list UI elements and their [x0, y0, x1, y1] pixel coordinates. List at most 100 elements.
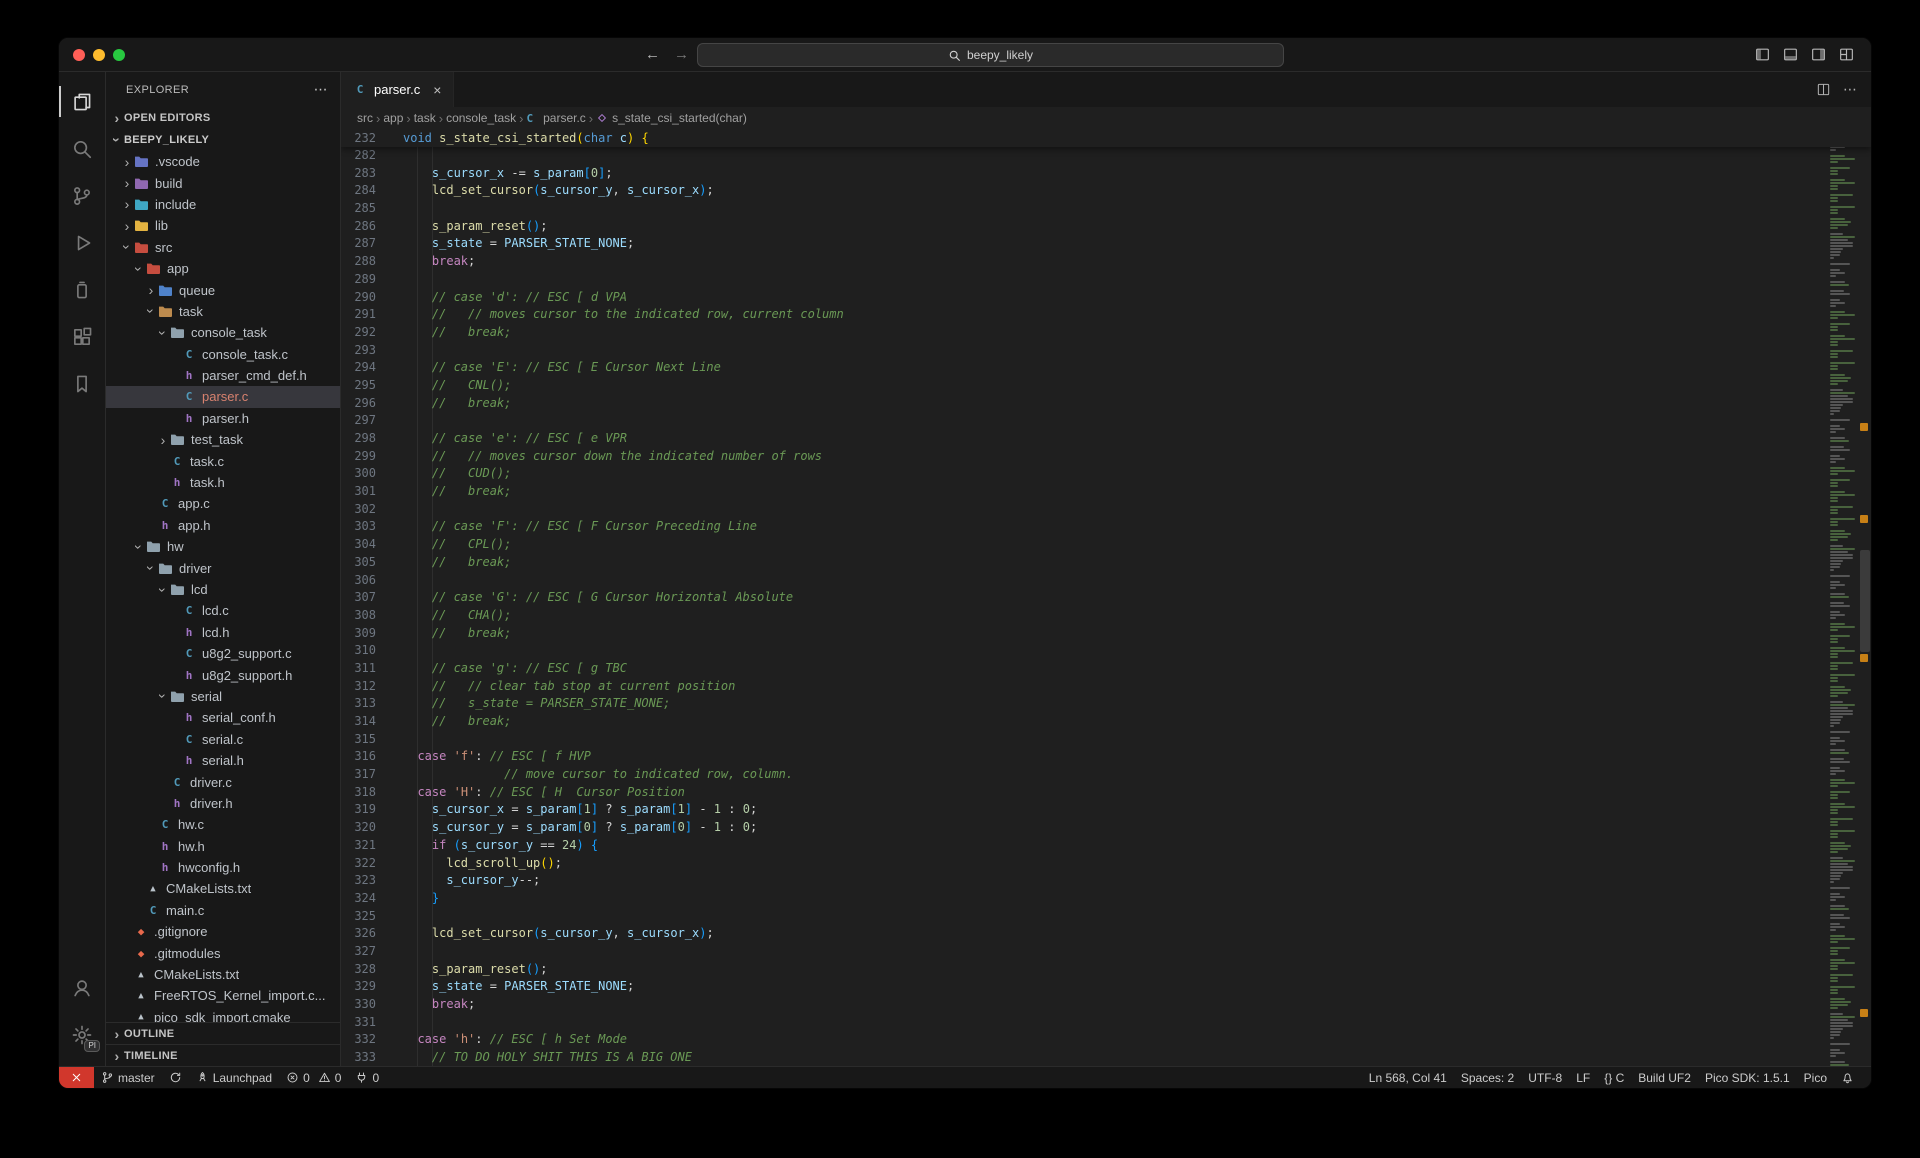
- line-number[interactable]: 301: [341, 483, 391, 501]
- line-number[interactable]: 294: [341, 359, 391, 377]
- line-number[interactable]: 310: [341, 642, 391, 660]
- tree-file-driver-c[interactable]: Cdriver.c: [106, 771, 340, 792]
- code-line[interactable]: 295 // CNL();: [341, 377, 1871, 395]
- code-line[interactable]: 307 // case 'G': // ESC [ G Cursor Horiz…: [341, 589, 1871, 607]
- toggle-primary-sidebar-icon[interactable]: [1753, 46, 1771, 64]
- line-content[interactable]: // case 'G': // ESC [ G Cursor Horizonta…: [391, 589, 793, 607]
- toggle-panel-icon[interactable]: [1781, 46, 1799, 64]
- line-number[interactable]: 295: [341, 377, 391, 395]
- minimap[interactable]: [1829, 129, 1857, 1066]
- tree-file-parser-cmd-def-h[interactable]: hparser_cmd_def.h: [106, 365, 340, 386]
- line-number[interactable]: 325: [341, 908, 391, 926]
- status-launchpad[interactable]: Launchpad: [189, 1067, 279, 1088]
- tree-folder-hw[interactable]: ›hw: [106, 536, 340, 557]
- line-number[interactable]: 318: [341, 784, 391, 802]
- tree-file-parser-h[interactable]: hparser.h: [106, 408, 340, 429]
- tree-folder-queue[interactable]: ›queue: [106, 279, 340, 300]
- line-number[interactable]: 305: [341, 554, 391, 572]
- line-number[interactable]: 333: [341, 1049, 391, 1066]
- code-line[interactable]: 294 // case 'E': // ESC [ E Cursor Next …: [341, 359, 1871, 377]
- tree-file-hwconfig-h[interactable]: hhwconfig.h: [106, 857, 340, 878]
- status-pico[interactable]: Pico: [1797, 1067, 1834, 1088]
- status-ports[interactable]: 0: [348, 1067, 386, 1088]
- line-content[interactable]: // CPL();: [391, 536, 511, 554]
- line-number[interactable]: 306: [341, 572, 391, 590]
- status-notifications[interactable]: [1834, 1067, 1861, 1088]
- line-number[interactable]: 319: [341, 801, 391, 819]
- line-content[interactable]: lcd_set_cursor(s_cursor_y, s_cursor_x);: [391, 925, 714, 943]
- code-line[interactable]: 289: [341, 271, 1871, 289]
- open-editors-section[interactable]: › OPEN EDITORS: [106, 107, 340, 129]
- breadcrumb-console-task[interactable]: console_task: [446, 111, 516, 125]
- line-number[interactable]: 303: [341, 518, 391, 536]
- activity-explorer-button[interactable]: [59, 78, 105, 125]
- code-line[interactable]: 327: [341, 943, 1871, 961]
- tree-file-task-h[interactable]: htask.h: [106, 472, 340, 493]
- tree-folder-serial[interactable]: ›serial: [106, 686, 340, 707]
- code-line[interactable]: 315: [341, 731, 1871, 749]
- line-number[interactable]: 293: [341, 342, 391, 360]
- line-content[interactable]: [391, 642, 403, 660]
- line-content[interactable]: // CHA();: [391, 607, 511, 625]
- code-line[interactable]: 303 // case 'F': // ESC [ F Cursor Prece…: [341, 518, 1871, 536]
- line-content[interactable]: [391, 501, 403, 519]
- line-content[interactable]: // case 'd': // ESC [ d VPA: [391, 289, 627, 307]
- close-tab-icon[interactable]: ×: [433, 82, 441, 98]
- code-line[interactable]: 317 // move cursor to indicated row, col…: [341, 766, 1871, 784]
- code-line[interactable]: 304 // CPL();: [341, 536, 1871, 554]
- line-number[interactable]: 326: [341, 925, 391, 943]
- line-content[interactable]: lcd_set_cursor(s_cursor_y, s_cursor_x);: [391, 182, 714, 200]
- tree-file-task-c[interactable]: Ctask.c: [106, 450, 340, 471]
- line-content[interactable]: // break;: [391, 713, 511, 731]
- activity-bookmarks-button[interactable]: [59, 360, 105, 407]
- tree-file-freertos-kernel-import-c[interactable]: ▲FreeRTOS_Kernel_import.c...: [106, 985, 340, 1006]
- activity-source-control-button[interactable]: [59, 172, 105, 219]
- code-line[interactable]: 298 // case 'e': // ESC [ e VPR: [341, 430, 1871, 448]
- breadcrumb-parser-c[interactable]: Cparser.c: [526, 111, 585, 125]
- breadcrumb-src[interactable]: src: [357, 111, 373, 125]
- line-content[interactable]: case 'H': // ESC [ H Cursor Position: [391, 784, 685, 802]
- code-line[interactable]: 306: [341, 572, 1871, 590]
- code-line[interactable]: 291 // // moves cursor to the indicated …: [341, 306, 1871, 324]
- line-number[interactable]: 286: [341, 218, 391, 236]
- zoom-window-button[interactable]: [113, 49, 125, 61]
- code-line[interactable]: 310: [341, 642, 1871, 660]
- tree-file-cmakelists-txt[interactable]: ▲CMakeLists.txt: [106, 964, 340, 985]
- close-window-button[interactable]: [73, 49, 85, 61]
- line-number[interactable]: 321: [341, 837, 391, 855]
- line-number[interactable]: 290: [341, 289, 391, 307]
- line-number[interactable]: 311: [341, 660, 391, 678]
- line-content[interactable]: [391, 908, 403, 926]
- line-content[interactable]: // TO DO HOLY SHIT THIS IS A BIG ONE: [391, 1049, 692, 1066]
- tree-folder-app[interactable]: ›app: [106, 258, 340, 279]
- tree-file-serial-conf-h[interactable]: hserial_conf.h: [106, 707, 340, 728]
- line-number[interactable]: 289: [341, 271, 391, 289]
- breadcrumb-s-state-csi-started-char[interactable]: s_state_csi_started(char): [596, 111, 747, 125]
- line-content[interactable]: [391, 731, 403, 749]
- code-line[interactable]: 325: [341, 908, 1871, 926]
- status-language-mode[interactable]: {} C: [1597, 1067, 1631, 1088]
- code-line[interactable]: 324 }: [341, 890, 1871, 908]
- code-line[interactable]: 297: [341, 412, 1871, 430]
- code-line[interactable]: 296 // break;: [341, 395, 1871, 413]
- status-build-uf2[interactable]: Build UF2: [1631, 1067, 1698, 1088]
- line-number[interactable]: 312: [341, 678, 391, 696]
- tree-file-lcd-h[interactable]: hlcd.h: [106, 622, 340, 643]
- code-line[interactable]: 312 // // clear tab stop at current posi…: [341, 678, 1871, 696]
- code-line[interactable]: 287 s_state = PARSER_STATE_NONE;: [341, 235, 1871, 253]
- tree-file-gitignore[interactable]: ◆.gitignore: [106, 921, 340, 942]
- line-content[interactable]: s_state = PARSER_STATE_NONE;: [391, 235, 634, 253]
- status-remote-indicator[interactable]: [59, 1067, 94, 1088]
- status-pico-sdk[interactable]: Pico SDK: 1.5.1: [1698, 1067, 1797, 1088]
- tree-folder-include[interactable]: ›include: [106, 194, 340, 215]
- line-number[interactable]: 298: [341, 430, 391, 448]
- code-line[interactable]: 284 lcd_set_cursor(s_cursor_y, s_cursor_…: [341, 182, 1871, 200]
- customize-layout-icon[interactable]: [1837, 46, 1855, 64]
- line-number[interactable]: 313: [341, 695, 391, 713]
- line-number[interactable]: 331: [341, 1014, 391, 1032]
- back-icon[interactable]: ←: [645, 46, 660, 63]
- tree-folder-vscode[interactable]: ›.vscode: [106, 151, 340, 172]
- line-content[interactable]: break;: [391, 996, 475, 1014]
- code-line[interactable]: 330 break;: [341, 996, 1871, 1014]
- code-line[interactable]: 305 // break;: [341, 554, 1871, 572]
